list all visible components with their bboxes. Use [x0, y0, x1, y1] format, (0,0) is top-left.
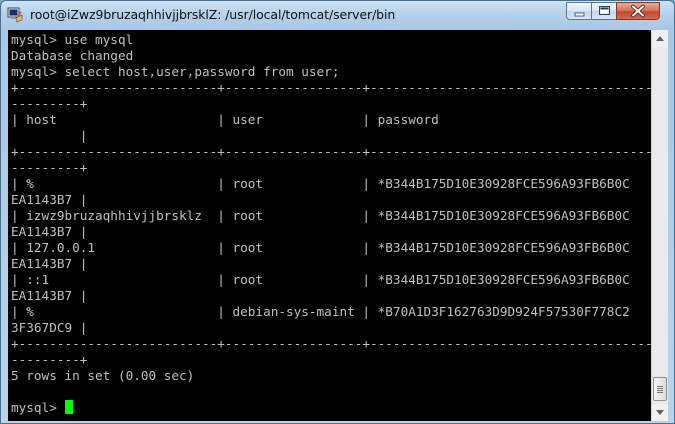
terminal-screen[interactable]: mysql> use mysql Database changed mysql>… — [8, 30, 651, 421]
terminal-line: +--------------------------+------------… — [11, 144, 651, 159]
scrollbar-thumb[interactable] — [653, 377, 667, 401]
terminal-client-area: mysql> use mysql Database changed mysql>… — [8, 30, 668, 421]
terminal-line: | % | root | *B344B175D10E30928FCE596A93… — [11, 176, 630, 191]
terminal-line: mysql> use mysql — [11, 32, 134, 47]
minimize-button[interactable] — [566, 2, 592, 20]
terminal-prompt: mysql> — [11, 400, 65, 415]
terminal-line: EA1143B7 | — [11, 256, 88, 271]
window-title: root@iZwz9bruzaqhhivjjbrsklZ: /usr/local… — [30, 7, 396, 22]
close-icon — [631, 4, 645, 18]
close-button[interactable] — [616, 2, 660, 20]
terminal-line: +--------------------------+------------… — [11, 336, 651, 351]
terminal-line: | % | debian-sys-maint | *B70A1D3F162763… — [11, 304, 630, 319]
minimize-icon — [574, 12, 585, 17]
terminal-line: 3F367DC9 | — [11, 320, 88, 335]
thumb-grip — [657, 386, 663, 387]
thumb-grip — [657, 388, 663, 389]
terminal-cursor — [65, 400, 74, 414]
title-bar[interactable]: root@iZwz9bruzaqhhivjjbrsklZ: /usr/local… — [1, 1, 674, 29]
terminal-line: ---------+ — [11, 352, 88, 367]
putty-icon[interactable] — [7, 7, 23, 23]
terminal-line: | host | user | password — [11, 112, 439, 127]
thumb-grip — [657, 392, 663, 393]
terminal-line: | ::1 | root | *B344B175D10E30928FCE596A… — [11, 272, 630, 287]
terminal-prompt-line: mysql> — [11, 400, 74, 416]
terminal-line: 5 rows in set (0.00 sec) — [11, 368, 195, 383]
arrow-down-icon — [656, 410, 664, 415]
maximize-button[interactable] — [591, 2, 617, 20]
terminal-line: | 127.0.0.1 | root | *B344B175D10E30928F… — [11, 240, 630, 255]
terminal-line: EA1143B7 | — [11, 288, 88, 303]
terminal-line: | izwz9bruzaqhhivjjbrsklz | root | *B344… — [11, 208, 630, 223]
maximize-icon — [599, 6, 610, 15]
terminal-window: root@iZwz9bruzaqhhivjjbrsklZ: /usr/local… — [0, 0, 675, 424]
arrow-up-icon — [656, 36, 664, 41]
thumb-grip — [657, 390, 663, 391]
terminal-line: +--------------------------+------------… — [11, 80, 651, 95]
terminal-line: EA1143B7 | — [11, 192, 88, 207]
scroll-down-button[interactable] — [652, 404, 668, 421]
vertical-scrollbar[interactable] — [651, 30, 668, 421]
terminal-line: EA1143B7 | — [11, 224, 88, 239]
terminal-line: mysql> select host,user,password from us… — [11, 64, 340, 79]
scroll-up-button[interactable] — [652, 30, 668, 47]
terminal-line: Database changed — [11, 48, 134, 63]
terminal-line: | — [11, 128, 88, 143]
terminal-line: ---------+ — [11, 96, 88, 111]
terminal-line: ---------+ — [11, 160, 88, 175]
